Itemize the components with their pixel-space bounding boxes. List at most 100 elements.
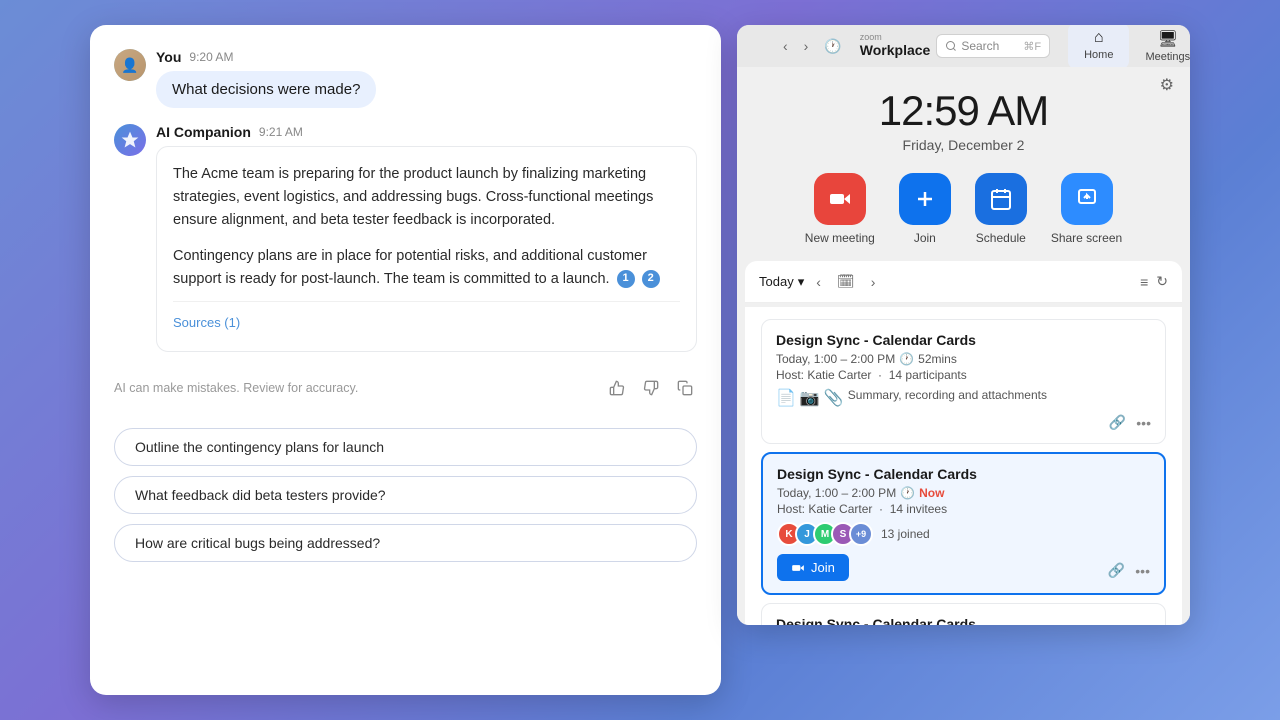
- meetings-icon: 🖥: [1158, 29, 1178, 49]
- doc-icon: 📄: [776, 388, 796, 408]
- meeting-2-footer: Join 🔗 •••: [777, 554, 1150, 581]
- thumbs-up-button[interactable]: [605, 376, 629, 400]
- cal-next-button[interactable]: ›: [867, 272, 880, 292]
- joined-count: 13 joined: [881, 527, 930, 541]
- ai-paragraph-2: Contingency plans are in place for poten…: [173, 245, 680, 291]
- citation-1[interactable]: 1: [617, 270, 635, 288]
- ai-message-row: AI Companion 9:21 AM The Acme team is pr…: [114, 124, 697, 352]
- meeting-2-host: Host: Katie Carter · 14 invitees: [777, 502, 1150, 516]
- settings-button[interactable]: ⚙: [1160, 75, 1174, 95]
- meeting-1-host: Host: Katie Carter · 14 participants: [776, 368, 1151, 382]
- home-icon: ⌂: [1094, 29, 1104, 47]
- user-avatar: 👤: [114, 49, 146, 81]
- attachment-icon: 📎: [824, 388, 844, 408]
- thumbs-down-button[interactable]: [639, 376, 663, 400]
- chat-panel: 👤 You 9:20 AM What decisions were made?: [90, 25, 721, 695]
- meeting-1-emoji-button[interactable]: 🔗: [1109, 414, 1126, 431]
- meeting-2-actions: 🔗 •••: [1108, 562, 1150, 579]
- today-dropdown-icon: ▾: [798, 274, 805, 290]
- meeting-1-title: Design Sync - Calendar Cards: [776, 332, 1151, 348]
- tab-home-label: Home: [1084, 49, 1113, 61]
- feedback-text: AI can make mistakes. Review for accurac…: [114, 381, 595, 395]
- ai-timestamp: 9:21 AM: [259, 125, 303, 139]
- user-message-content: You 9:20 AM What decisions were made?: [156, 49, 376, 108]
- new-meeting-action[interactable]: New meeting: [805, 173, 875, 245]
- zoom-workplace-label: Workplace: [860, 43, 931, 58]
- main-container: 👤 You 9:20 AM What decisions were made?: [90, 25, 1190, 695]
- quick-actions: New meeting Join Schedule: [737, 165, 1190, 261]
- nav-history-button[interactable]: 🕐: [820, 36, 845, 57]
- cal-refresh-button[interactable]: ↻: [1156, 273, 1168, 290]
- share-screen-label: Share screen: [1051, 231, 1122, 245]
- meeting-cards-container: Design Sync - Calendar Cards Today, 1:00…: [745, 307, 1182, 625]
- meeting-card-3: Design Sync - Calendar Cards Today, 1:00…: [761, 603, 1166, 625]
- suggestion-3[interactable]: How are critical bugs being addressed?: [114, 524, 697, 562]
- share-screen-icon: [1061, 173, 1113, 225]
- clock-date: Friday, December 2: [737, 137, 1190, 153]
- meeting-1-details: 📄 📷 📎 Summary, recording and attachments: [776, 388, 1151, 408]
- zoom-panel: ‹ › 🕐 zoom Workplace Search ⌘F ⌂ Home: [737, 25, 1190, 625]
- tab-home[interactable]: ⌂ Home: [1068, 25, 1129, 69]
- citation-2[interactable]: 2: [642, 270, 660, 288]
- meeting-2-more-button[interactable]: •••: [1135, 562, 1150, 579]
- cal-add-button[interactable]: 🗓: [833, 271, 859, 292]
- ai-message-meta: AI Companion 9:21 AM: [156, 124, 697, 140]
- feedback-row: AI can make mistakes. Review for accurac…: [114, 368, 697, 408]
- join-meeting-button[interactable]: Join: [777, 554, 849, 581]
- zoom-content: ⚙ 12:59 AM Friday, December 2 New meetin…: [737, 67, 1190, 625]
- meeting-card-1: Design Sync - Calendar Cards Today, 1:00…: [761, 319, 1166, 444]
- new-meeting-label: New meeting: [805, 231, 875, 245]
- meeting-1-more-button[interactable]: •••: [1136, 414, 1151, 431]
- attendee-more: +9: [849, 522, 873, 546]
- copy-button[interactable]: [673, 376, 697, 400]
- ai-avatar: [114, 124, 146, 156]
- suggestion-2[interactable]: What feedback did beta testers provide?: [114, 476, 697, 514]
- join-label: Join: [914, 231, 936, 245]
- zoom-logo: zoom Workplace: [860, 33, 931, 58]
- schedule-icon: [975, 173, 1027, 225]
- ai-paragraph-1: The Acme team is preparing for the produ…: [173, 163, 680, 233]
- sources-link[interactable]: Sources (1): [173, 315, 240, 330]
- zoom-search[interactable]: Search ⌘F: [936, 34, 1050, 58]
- search-placeholder: Search: [961, 39, 999, 53]
- ai-message-block: The Acme team is preparing for the produ…: [156, 146, 697, 352]
- sources-row: Sources (1): [173, 301, 680, 335]
- join-icon: [899, 173, 951, 225]
- clock-time: 12:59 AM: [737, 87, 1190, 135]
- new-meeting-icon: [814, 173, 866, 225]
- today-button[interactable]: Today ▾: [759, 274, 804, 290]
- schedule-action[interactable]: Schedule: [975, 173, 1027, 245]
- titlebar-nav: ‹ › 🕐: [779, 36, 846, 57]
- clock-icon-1: 🕐: [899, 352, 914, 366]
- meeting-2-time: Today, 1:00 – 2:00 PM 🕐 Now: [777, 486, 1150, 500]
- video-icon: [791, 561, 805, 575]
- user-message-row: 👤 You 9:20 AM What decisions were made?: [114, 49, 697, 108]
- ai-message-content: AI Companion 9:21 AM The Acme team is pr…: [156, 124, 697, 352]
- meeting-2-link-button[interactable]: 🔗: [1108, 562, 1125, 579]
- join-action[interactable]: Join: [899, 173, 951, 245]
- user-avatar-img: 👤: [114, 49, 146, 81]
- nav-back-button[interactable]: ‹: [779, 36, 792, 57]
- tab-meetings[interactable]: 🖥 Meetings: [1129, 25, 1190, 69]
- chat-messages: 👤 You 9:20 AM What decisions were made?: [114, 49, 697, 671]
- share-screen-action[interactable]: Share screen: [1051, 173, 1122, 245]
- clock-icon-2: 🕐: [900, 486, 915, 500]
- cal-action-buttons: ≡ ↻: [1140, 273, 1168, 290]
- meeting-2-attendees: K J M S +9 13 joined: [777, 522, 1150, 546]
- cal-filter-button[interactable]: ≡: [1140, 273, 1148, 290]
- camera-icon: 📷: [800, 388, 820, 408]
- user-timestamp: 9:20 AM: [189, 50, 233, 64]
- meeting-3-title: Design Sync - Calendar Cards: [776, 616, 1151, 625]
- tab-meetings-label: Meetings: [1145, 51, 1190, 63]
- cal-prev-button[interactable]: ‹: [812, 272, 825, 292]
- suggestion-1[interactable]: Outline the contingency plans for launch: [114, 428, 697, 466]
- schedule-label: Schedule: [976, 231, 1026, 245]
- nav-forward-button[interactable]: ›: [800, 36, 813, 57]
- meeting-1-actions: 🔗 •••: [776, 414, 1151, 431]
- user-name: You: [156, 49, 181, 65]
- user-message-meta: You 9:20 AM: [156, 49, 376, 65]
- zoom-nav-tabs: ⌂ Home 🖥 Meetings ✉ Mail: [1068, 25, 1190, 69]
- search-icon: [945, 40, 957, 52]
- calendar-header: Today ▾ ‹ 🗓 › ≡ ↻: [745, 261, 1182, 303]
- meeting-2-title: Design Sync - Calendar Cards: [777, 466, 1150, 482]
